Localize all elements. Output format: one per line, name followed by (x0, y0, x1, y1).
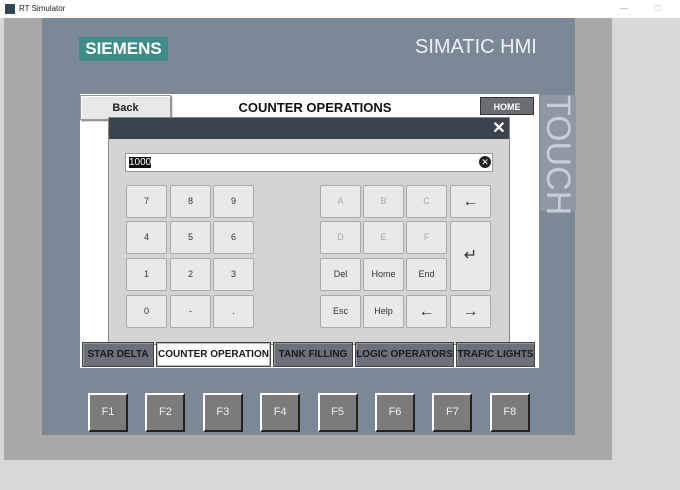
function-key-f6[interactable]: F6 (375, 393, 415, 432)
tab-star-delta[interactable]: STAR DELTA (82, 342, 154, 367)
numpad-key[interactable]: - (170, 295, 211, 328)
tab-tank-filling[interactable]: TANK FILLING (273, 342, 353, 367)
numpad-key[interactable]: 2 (170, 258, 211, 291)
tab-trafic-lights[interactable]: TRAFIC LIGHTS (456, 342, 535, 367)
keypad-key[interactable]: ← (406, 295, 447, 328)
keypad-key[interactable]: C (406, 185, 447, 218)
touch-label: TOUCH (539, 95, 577, 216)
numpad-key[interactable]: 0 (126, 295, 167, 328)
siemens-logo: SIEMENS (79, 37, 168, 61)
keypad-key[interactable]: End (406, 258, 447, 291)
keypad-key[interactable]: Help (363, 295, 404, 328)
keypad-key[interactable]: Del (320, 258, 361, 291)
keypad-key[interactable]: Esc (320, 295, 361, 328)
numpad-key[interactable]: 1 (126, 258, 167, 291)
page-title: COUNTER OPERATIONS (238, 100, 392, 115)
numpad-key[interactable]: 8 (170, 185, 211, 218)
function-key-f2[interactable]: F2 (145, 393, 186, 432)
keypad-key[interactable]: → (450, 295, 491, 328)
numpad-key[interactable]: 6 (213, 221, 254, 254)
keypad-key[interactable]: B (363, 185, 404, 218)
enter-key[interactable]: ↵ (450, 221, 491, 291)
window-titlebar: RT Simulator — ☐ (0, 0, 680, 18)
input-value: 1000 (129, 157, 152, 168)
function-key-f5[interactable]: F5 (317, 393, 358, 432)
value-input[interactable]: 1000 ✕ (125, 153, 493, 172)
keypad-key[interactable]: A (320, 185, 361, 218)
product-name: SIMATIC HMI (415, 36, 537, 58)
window-title: RT Simulator (19, 4, 66, 13)
tab-counter-operation[interactable]: COUNTER OPERATION (156, 342, 271, 367)
keypad-key[interactable]: E (363, 221, 404, 254)
backspace-key[interactable]: ← (450, 185, 491, 218)
function-key-f8[interactable]: F8 (489, 393, 530, 432)
function-key-f3[interactable]: F3 (202, 393, 243, 432)
minimize-button[interactable]: — (620, 0, 628, 18)
maximize-button[interactable]: ☐ (654, 0, 661, 18)
keypad-key[interactable]: Home (363, 258, 404, 291)
numpad-key[interactable]: 9 (213, 185, 254, 218)
numpad-key[interactable]: 3 (213, 258, 254, 291)
keypad-key[interactable]: D (320, 221, 361, 254)
function-key-f7[interactable]: F7 (432, 393, 473, 432)
function-key-f1[interactable]: F1 (88, 393, 128, 432)
function-key-f4[interactable]: F4 (260, 393, 301, 432)
app-icon (5, 4, 15, 14)
keypad-key[interactable]: F (406, 221, 447, 254)
clear-icon[interactable]: ✕ (479, 156, 491, 168)
close-icon[interactable]: ✕ (489, 119, 509, 138)
tab-logic-operators[interactable]: LOGIC OPERATORS (355, 342, 454, 367)
home-button[interactable]: HOME (480, 97, 534, 115)
dialog-titlebar (109, 118, 509, 139)
numpad-key[interactable]: 4 (126, 221, 167, 254)
numpad-key[interactable]: 5 (170, 221, 211, 254)
keypad-dialog: ✕ 1000 ✕ 7 8 9 4 5 6 1 2 3 0-. A B C ← D E F Del Home End Es… (108, 117, 510, 345)
numpad-key[interactable]: 7 (126, 185, 167, 218)
numpad-key[interactable]: . (213, 295, 254, 328)
